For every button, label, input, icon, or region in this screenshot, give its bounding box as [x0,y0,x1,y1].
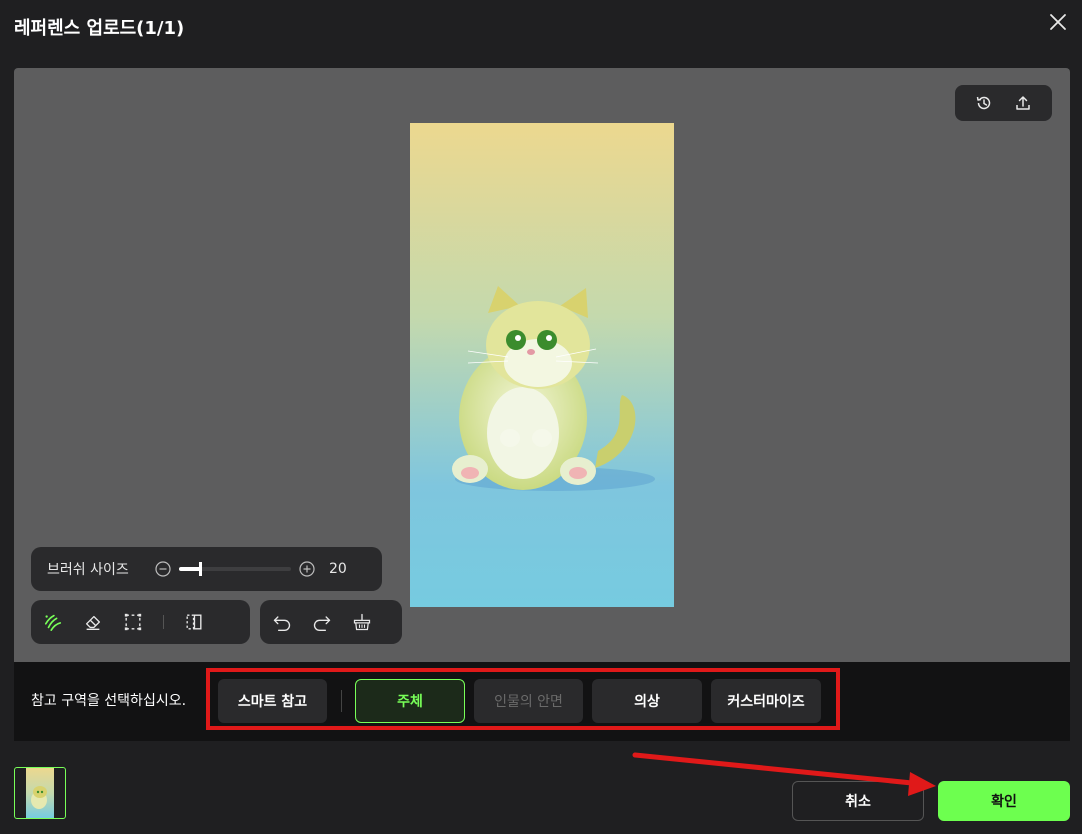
tool-separator [163,615,164,629]
region-selection-bar: 참고 구역을 선택하십시오. 스마트 참고 주체 인물의 안면 의상 커스터마이… [14,662,1070,741]
confirm-button[interactable]: 확인 [938,781,1070,821]
plus-circle-icon [299,561,315,577]
minus-circle-icon [155,561,171,577]
brush-size-slider[interactable] [179,562,291,576]
canvas-area: 브러쉬 사이즈 20 [14,68,1070,662]
undo-icon [273,616,291,631]
undo-button[interactable] [272,612,292,632]
brush-size-value: 20 [329,561,347,577]
brush-size-label: 브러쉬 사이즈 [47,562,129,578]
brush-tool-button[interactable] [43,612,63,632]
clear-button[interactable] [352,612,372,632]
select-icon [124,613,142,631]
reference-image [410,123,674,607]
brush-size-panel: 브러쉬 사이즈 20 [31,547,382,591]
region-prompt: 참고 구역을 선택하십시오. [31,693,187,709]
region-custom-button[interactable]: 커스터마이즈 [711,679,821,723]
invert-icon [186,614,202,630]
upload-icon [1016,96,1030,110]
history-tools-panel [260,600,402,644]
eraser-icon [85,615,101,630]
brush-slider-thumb[interactable] [199,562,203,576]
brush-increase-button[interactable] [299,561,315,577]
region-subject-button[interactable]: 주체 [355,679,465,723]
reference-thumbnail[interactable] [14,767,66,819]
clear-basket-icon [353,613,371,631]
history-button[interactable] [974,93,994,113]
close-icon [1050,14,1066,30]
cancel-button[interactable]: 취소 [792,781,924,821]
brush-icon [44,614,62,631]
thumbnail-image [26,768,54,818]
cat-illustration [410,123,674,607]
region-clothing-button[interactable]: 의상 [592,679,702,723]
region-separator [341,690,342,712]
eraser-tool-button[interactable] [83,612,103,632]
region-face-button[interactable]: 인물의 안면 [474,679,583,723]
redo-button[interactable] [312,612,332,632]
history-icon [977,96,991,110]
brush-slider-fill [179,567,202,571]
dialog-title: 레퍼렌스 업로드(1/1) [14,18,185,39]
region-smart-reference-button[interactable]: 스마트 참고 [218,679,327,723]
upload-button[interactable] [1013,93,1033,113]
invert-tool-button[interactable] [184,612,204,632]
select-tool-button[interactable] [123,612,143,632]
canvas-top-toolbar [955,85,1052,121]
brush-decrease-button[interactable] [155,561,171,577]
drawing-tools-panel [31,600,250,644]
redo-icon [313,616,331,631]
close-button[interactable] [1046,10,1070,34]
